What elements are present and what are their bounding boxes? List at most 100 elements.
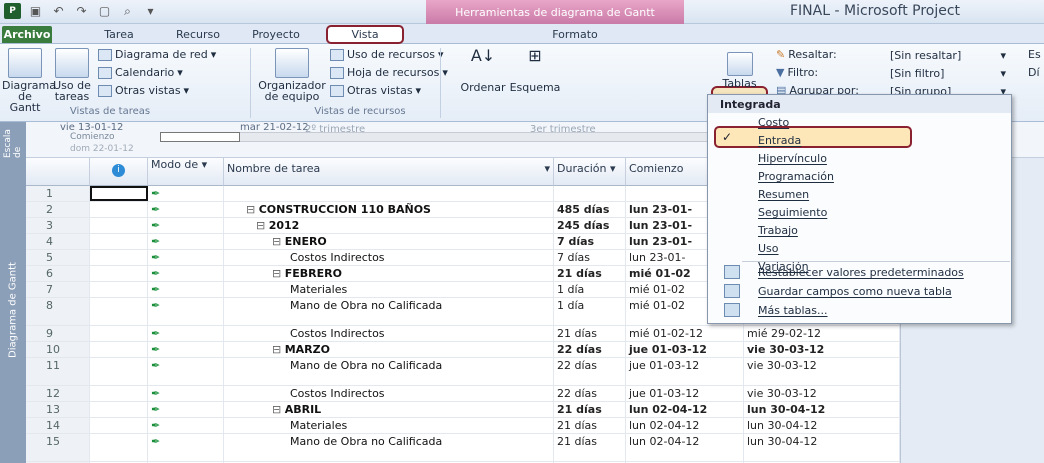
row-end[interactable]: lun 30-04-12 [744, 434, 900, 461]
row-task-name[interactable]: Costos Indirectos [224, 250, 554, 265]
organizador-equipo-button[interactable]: Organizador de equipo [256, 48, 328, 102]
header-info[interactable]: i [90, 158, 148, 186]
table-row[interactable]: 14 ✒ Materiales 21 días lun 02-04-12 lun 30-0… [26, 418, 1044, 434]
tab-formato[interactable]: Formato [540, 26, 610, 43]
row-task-name[interactable]: Materiales [224, 418, 554, 433]
row-start[interactable]: jue 01-03-12 [626, 358, 744, 385]
row-duration[interactable]: 21 días [554, 434, 626, 461]
row-task-name[interactable]: ⊟ ABRIL [224, 402, 554, 417]
task-mode-pushpin-icon[interactable]: ✒ [148, 202, 224, 217]
row-info-cell[interactable] [90, 218, 148, 233]
row-task-name[interactable]: Materiales [224, 282, 554, 297]
row-info-cell[interactable] [90, 298, 148, 325]
table-row[interactable]: 13 ✒ ⊟ ABRIL 21 días lun 02-04-12 lun 30-04-1… [26, 402, 1044, 418]
row-number[interactable]: 3 [26, 218, 90, 233]
hoja-recursos-button[interactable]: Hoja de recursos ▾ [330, 66, 448, 79]
row-number[interactable]: 11 [26, 358, 90, 385]
filtro-select[interactable]: [Sin filtro] ▾ [890, 66, 1006, 81]
row-number[interactable]: 9 [26, 326, 90, 341]
row-task-name[interactable]: ⊟ ENERO [224, 234, 554, 249]
esquema-button[interactable]: ⊞ Esquema [508, 48, 562, 94]
task-mode-pushpin-icon[interactable]: ✒ [148, 250, 224, 265]
row-info-cell[interactable] [90, 282, 148, 297]
task-mode-pushpin-icon[interactable]: ✒ [148, 434, 224, 461]
collapse-icon[interactable]: ⊟ [272, 235, 285, 248]
row-info-cell[interactable] [90, 418, 148, 433]
otras-vistas-recursos-button[interactable]: Otras vistas ▾ [330, 84, 421, 97]
row-number[interactable]: 4 [26, 234, 90, 249]
row-number[interactable]: 7 [26, 282, 90, 297]
row-number[interactable]: 8 [26, 298, 90, 325]
table-row[interactable]: 10 ✒ ⊟ MARZO 22 días jue 01-03-12 vie 30-03-1… [26, 342, 1044, 358]
row-task-name[interactable]: Costos Indirectos [224, 326, 554, 341]
row-start[interactable]: jue 01-03-12 [626, 342, 744, 357]
task-mode-pushpin-icon[interactable]: ✒ [148, 342, 224, 357]
print-preview-icon[interactable]: ⌕ [119, 3, 136, 19]
tab-recurso[interactable]: Recurso [166, 26, 230, 43]
row-duration[interactable]: 485 días [554, 202, 626, 217]
row-duration[interactable]: 21 días [554, 326, 626, 341]
table-option-programación[interactable]: Programación [758, 170, 834, 183]
table-option-entrada[interactable]: Entrada [758, 134, 801, 147]
task-mode-pushpin-icon[interactable]: ✒ [148, 418, 224, 433]
row-number[interactable]: 15 [26, 434, 90, 461]
row-duration[interactable] [554, 186, 626, 201]
tab-archivo[interactable]: Archivo [2, 26, 52, 43]
row-task-name[interactable]: ⊟ FEBRERO [224, 266, 554, 281]
row-task-name[interactable]: ⊟ MARZO [224, 342, 554, 357]
row-duration[interactable]: 7 días [554, 234, 626, 249]
uso-recursos-button[interactable]: Uso de recursos ▾ [330, 48, 444, 61]
tab-tarea[interactable]: Tarea [96, 26, 142, 43]
tab-proyecto[interactable]: Proyecto [236, 26, 316, 43]
row-task-name[interactable] [224, 186, 554, 201]
customize-qat-icon[interactable]: ▾ [142, 3, 159, 19]
row-number[interactable]: 6 [26, 266, 90, 281]
task-mode-pushpin-icon[interactable]: ✒ [148, 358, 224, 385]
row-task-name[interactable]: Mano de Obra no Calificada [224, 358, 554, 385]
row-info-cell[interactable] [90, 342, 148, 357]
row-number[interactable]: 2 [26, 202, 90, 217]
collapse-icon[interactable]: ⊟ [246, 203, 259, 216]
row-task-name[interactable]: Mano de Obra no Calificada [224, 434, 554, 461]
collapse-icon[interactable]: ⊟ [272, 403, 285, 416]
redo-icon[interactable]: ↷ [73, 3, 90, 19]
collapse-icon[interactable]: ⊟ [272, 267, 285, 280]
table-option-seguimiento[interactable]: Seguimiento [758, 206, 827, 219]
task-mode-pushpin-icon[interactable]: ✒ [148, 386, 224, 401]
diagrama-gantt-button[interactable]: Diagrama de Gantt [2, 48, 56, 113]
table-option-uso[interactable]: Uso [758, 242, 779, 255]
row-info-cell[interactable] [90, 234, 148, 249]
row-end[interactable]: lun 30-04-12 [744, 418, 900, 433]
row-number[interactable]: 10 [26, 342, 90, 357]
tablas-button[interactable]: Tablas [713, 52, 766, 89]
calendario-button[interactable]: Calendario ▾ [98, 66, 183, 79]
row-task-name[interactable]: ⊟ 2012 [224, 218, 554, 233]
row-duration[interactable]: 21 días [554, 402, 626, 417]
row-start[interactable]: mié 01-02-12 [626, 326, 744, 341]
new-file-icon[interactable]: ▢ [96, 3, 113, 19]
row-end[interactable]: vie 30-03-12 [744, 342, 900, 357]
row-info-cell[interactable] [90, 358, 148, 385]
save-as-table-item[interactable]: Guardar campos como nueva tabla [758, 285, 952, 298]
row-duration[interactable]: 21 días [554, 266, 626, 281]
row-number[interactable]: 1 [26, 186, 90, 201]
row-duration[interactable]: 245 días [554, 218, 626, 233]
ordenar-button[interactable]: A↓ Ordenar [458, 48, 508, 94]
header-modo[interactable]: Modo de ▾ [148, 158, 224, 186]
collapse-icon[interactable]: ⊟ [256, 219, 269, 232]
header-rownum[interactable] [26, 158, 90, 186]
tab-vista[interactable]: Vista [326, 25, 404, 44]
row-duration[interactable]: 7 días [554, 250, 626, 265]
reset-defaults-item[interactable]: Restablecer valores predeterminados [758, 266, 964, 279]
timeline-window[interactable] [160, 132, 240, 142]
row-end[interactable]: vie 30-03-12 [744, 386, 900, 401]
row-info-cell[interactable] [90, 202, 148, 217]
table-option-trabajo[interactable]: Trabajo [758, 224, 798, 237]
uso-tareas-button[interactable]: Uso de tareas [50, 48, 94, 102]
task-mode-pushpin-icon[interactable]: ✒ [148, 266, 224, 281]
table-row[interactable]: 11 ✒ Mano de Obra no Calificada 22 días jue … [26, 358, 1044, 386]
task-mode-pushpin-icon[interactable]: ✒ [148, 186, 224, 201]
diagrama-red-button[interactable]: Diagrama de red ▾ [98, 48, 216, 61]
row-start[interactable]: jue 01-03-12 [626, 386, 744, 401]
row-end[interactable]: vie 30-03-12 [744, 358, 900, 385]
